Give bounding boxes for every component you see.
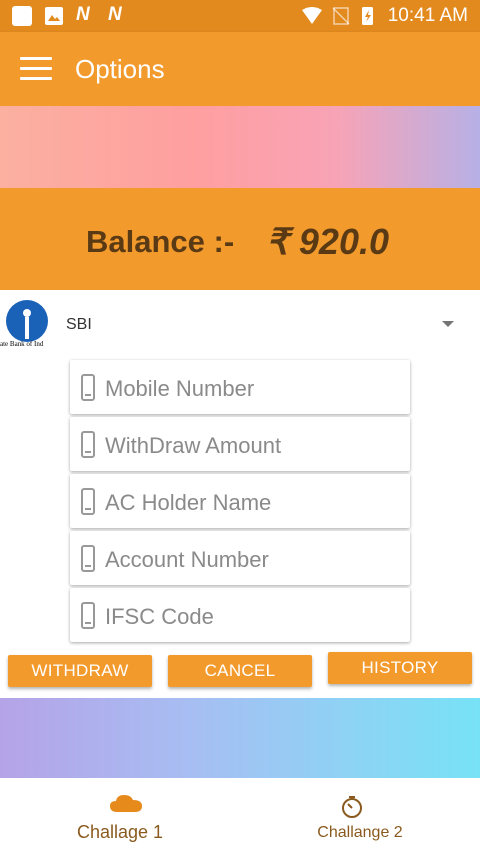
bottom-navigation: Challage 1 Challange 2 [0,780,480,854]
nav-label-challage-1: Challage 1 [76,822,164,842]
bank-logo-caption: ate Bank of Ind [0,340,44,348]
timer-icon [342,796,362,818]
mobile-number-field[interactable]: Mobile Number [70,360,410,414]
image-notification-icon [45,7,63,25]
account-number-placeholder: Account Number [105,547,269,572]
nav-label-challange-2: Challange 2 [317,824,403,841]
withdraw-amount-placeholder: WithDraw Amount [105,433,282,458]
dropdown-arrow-icon[interactable] [442,321,454,327]
account-number-field[interactable]: Account Number [70,531,410,585]
ac-holder-name-placeholder: AC Holder Name [105,490,272,515]
n-notification-icon: N [76,4,90,25]
balance-value: ₹ 920.0 [266,221,389,262]
ifsc-code-field[interactable]: IFSC Code [70,588,410,642]
withdraw-amount-field[interactable]: WithDraw Amount [70,417,410,471]
balance-panel: Balance :- ₹ 920.0 [0,188,480,290]
bank-selector[interactable]: ate Bank of Ind SBI [0,296,480,352]
selected-bank: SBI [66,316,92,333]
menu-icon[interactable] [20,57,52,81]
bottom-banner [0,698,480,778]
wifi-icon [302,7,322,24]
top-banner [0,106,480,188]
withdraw-button[interactable]: WITHDRAW [8,655,152,687]
status-bar: N N 10:41 AM [0,0,480,32]
status-icons [302,7,373,25]
cloud-icon [110,795,142,812]
ac-holder-name-field[interactable]: AC Holder Name [70,474,410,528]
app-bar: Options [0,32,480,106]
notification-app-icon [12,6,32,26]
phone-icon [81,374,95,401]
sbi-logo-icon [6,300,48,342]
nav-item-challage-1[interactable]: Challage 1 [0,780,240,854]
mobile-number-placeholder: Mobile Number [105,376,255,401]
n-notification-icon: N [108,4,122,25]
status-time: 10:41 AM [387,5,468,26]
phone-icon [81,431,95,458]
history-button[interactable]: HISTORY [328,652,472,684]
page-title: Options [75,54,165,84]
phone-icon [81,602,95,629]
cancel-button[interactable]: CANCEL [168,655,312,687]
phone-icon [81,488,95,515]
ifsc-code-placeholder: IFSC Code [105,604,214,629]
withdraw-form: Mobile Number WithDraw Amount AC Holder … [70,358,410,644]
balance-label: Balance :- [86,224,235,259]
phone-icon [81,545,95,572]
